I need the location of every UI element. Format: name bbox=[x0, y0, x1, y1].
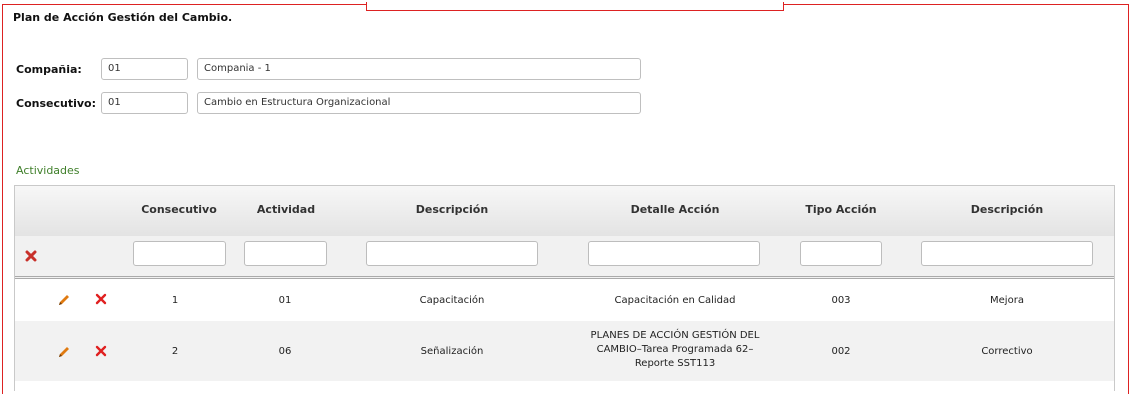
page-title: Plan de Acción Gestión del Cambio. bbox=[13, 11, 233, 24]
detalle-line: PLANES DE ACCIÓN GESTIÓN DEL bbox=[590, 330, 760, 341]
cell-tipo-accion: 003 bbox=[831, 295, 851, 306]
filter-input-tipo-accion[interactable] bbox=[800, 241, 882, 266]
filter-input-tipo-descripcion[interactable] bbox=[921, 241, 1093, 266]
company-label: Compañia: bbox=[16, 63, 82, 76]
consecutive-name-field[interactable]: Cambio en Estructura Organizacional bbox=[197, 92, 641, 114]
activities-section-label: Actividades bbox=[16, 164, 80, 177]
column-header-tipo-accion[interactable]: Tipo Acción bbox=[799, 203, 883, 216]
filter-input-detalle-accion[interactable] bbox=[588, 241, 760, 266]
top-tab-box bbox=[366, 2, 784, 11]
cell-detalle-accion: Capacitación en Calidad bbox=[614, 295, 736, 306]
column-header-descripcion[interactable]: Descripción bbox=[367, 203, 537, 216]
column-header-consecutivo[interactable]: Consecutivo bbox=[133, 203, 225, 216]
cell-consecutivo: 1 bbox=[171, 295, 179, 306]
consecutive-label: Consecutivo: bbox=[16, 97, 96, 110]
cell-descripcion: Señalización bbox=[420, 346, 484, 357]
table-row: 1 01 Capacitación Capacitación en Calida… bbox=[15, 281, 1114, 321]
cell-actividad: 06 bbox=[278, 346, 292, 357]
company-name-field[interactable]: Compania - 1 bbox=[197, 58, 641, 80]
filter-row bbox=[15, 236, 1114, 279]
clear-filter-icon[interactable] bbox=[25, 250, 37, 262]
x-icon[interactable] bbox=[95, 293, 107, 305]
column-header-tipo-descripcion[interactable]: Descripción bbox=[921, 203, 1093, 216]
cell-tipo-descripcion: Mejora bbox=[990, 295, 1024, 306]
cell-tipo-accion: 002 bbox=[831, 346, 851, 357]
detalle-line: Reporte SST113 bbox=[634, 358, 716, 369]
filter-input-consecutivo[interactable] bbox=[133, 241, 226, 266]
column-header-detalle-accion[interactable]: Detalle Acción bbox=[590, 203, 760, 216]
cell-tipo-descripcion: Correctivo bbox=[981, 346, 1033, 357]
pencil-icon[interactable] bbox=[57, 345, 71, 359]
column-header-actividad[interactable]: Actividad bbox=[243, 203, 329, 216]
table-row: 2 06 Señalización PLANES DE ACCIÓN GESTI… bbox=[15, 321, 1114, 381]
cell-actividad: 01 bbox=[278, 295, 292, 306]
cell-descripcion: Capacitación bbox=[419, 295, 485, 306]
filter-input-descripcion[interactable] bbox=[366, 241, 538, 266]
detalle-line: CAMBIO–Tarea Programada 62– bbox=[596, 344, 754, 355]
pencil-icon[interactable] bbox=[57, 293, 71, 307]
grid-header: Consecutivo Actividad Descripción Detall… bbox=[15, 186, 1114, 237]
cell-detalle-accion: PLANES DE ACCIÓN GESTIÓN DEL CAMBIO–Tare… bbox=[580, 329, 770, 371]
activities-grid: Consecutivo Actividad Descripción Detall… bbox=[14, 185, 1115, 391]
company-code-field[interactable]: 01 bbox=[101, 58, 188, 80]
filter-input-actividad[interactable] bbox=[244, 241, 327, 266]
consecutive-code-field[interactable]: 01 bbox=[101, 92, 188, 114]
cell-consecutivo: 2 bbox=[171, 346, 179, 357]
x-icon[interactable] bbox=[95, 345, 107, 357]
